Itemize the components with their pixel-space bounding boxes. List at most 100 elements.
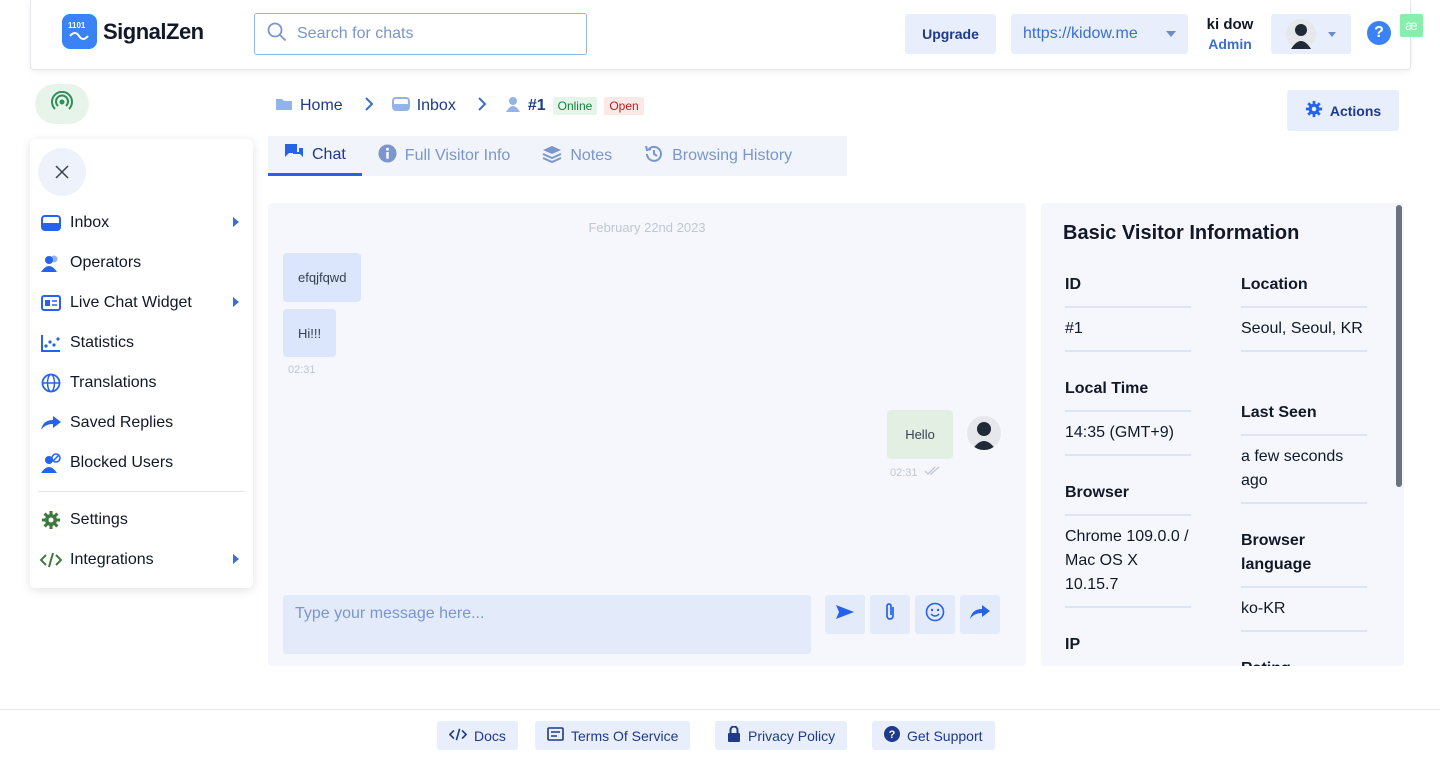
footer-divider [0,709,1440,710]
breadcrumb-chat: #1 [505,96,546,117]
status-badge-open: Open [604,97,644,115]
footer-link-label: Terms Of Service [571,727,679,744]
breadcrumb-inbox[interactable]: Inbox [391,96,456,116]
tab-browsing-history[interactable]: Browsing History [628,136,808,176]
actions-button[interactable]: Actions [1287,90,1399,131]
question-circle-icon: ? [884,726,900,745]
sidebar-item-label: Integrations [70,551,154,568]
sidebar-item-label: Operators [70,254,142,271]
user-menu-button[interactable] [1271,14,1351,54]
user-block-icon [40,452,62,474]
message-text: Hello [905,427,935,442]
footer-docs-link[interactable]: Docs [437,721,518,750]
sidebar-item-label: Inbox [70,214,110,231]
emoji-button[interactable] [915,595,955,634]
sidebar-item-settings[interactable]: Settings [40,505,245,535]
avatar [967,416,1001,450]
tab-notes[interactable]: Notes [526,136,628,176]
message-composer[interactable] [283,595,811,654]
share-icon [40,412,62,434]
sidebar-item-statistics[interactable]: Statistics [40,328,245,358]
chevron-right-icon [233,554,239,564]
site-select-value: https://kidow.me [1023,25,1138,42]
sidebar-item-label: Settings [70,511,128,528]
chat-id: #1 [527,97,546,114]
visitor-info-panel: Basic Visitor Information ID #1 Local Ti… [1041,203,1404,666]
user-info: ki dow Admin [1203,16,1257,52]
history-icon [644,144,664,169]
code-icon [40,549,62,571]
field-label: Location [1241,273,1367,308]
close-icon [55,159,69,185]
field-label: IP [1065,633,1191,666]
field-label: Browser [1065,481,1191,516]
breadcrumb: Home Inbox #1 Online Open [275,94,644,118]
tab-chat[interactable]: Chat [268,136,362,176]
attach-button[interactable] [870,595,910,634]
chevron-right-icon [233,217,239,227]
message-text: efqjfqwd [298,270,347,285]
saved-replies-button[interactable] [960,595,1000,634]
chevron-down-icon [1328,32,1336,37]
sidebar-item-integrations[interactable]: Integrations [40,545,245,575]
comments-icon [284,143,304,166]
message-input[interactable] [283,595,811,654]
side-menu: Inbox Operators Live Chat Widget Statist… [30,139,253,588]
footer-terms-link[interactable]: Terms Of Service [535,721,691,750]
help-icon[interactable]: ? [1367,21,1391,45]
upgrade-button[interactable]: Upgrade [905,14,996,54]
field-label: Browser language [1241,529,1367,588]
sidebar-item-translations[interactable]: Translations [40,368,245,398]
message-time: 02:31 [288,364,316,376]
share-icon [969,604,991,625]
gear-icon [40,509,62,531]
search-icon [267,22,287,47]
send-button[interactable] [825,595,865,634]
send-icon [835,604,855,625]
site-select[interactable]: https://kidow.me [1011,14,1188,54]
tab-label: Notes [570,147,613,164]
scrollbar[interactable] [1396,205,1402,487]
chart-icon [40,332,62,354]
field-label: Rating [1241,657,1367,666]
sidebar-item-label: Saved Replies [70,414,174,431]
footer-link-label: Privacy Policy [748,727,836,744]
brand-logo[interactable]: 1101 SignalZen [62,14,204,49]
sidebar-item-live-chat-widget[interactable]: Live Chat Widget [40,288,245,318]
tab-bar: Chat Full Visitor Info Notes Browsing Hi… [268,136,847,176]
svg-text:1101: 1101 [68,21,86,30]
users-icon [40,252,62,274]
message-bubble: Hi!!! [283,309,337,357]
sidebar-item-inbox[interactable]: Inbox [40,208,245,238]
user-role: Admin [1208,36,1252,52]
brand-name: SignalZen [103,18,204,44]
footer-link-label: Get Support [907,727,983,744]
extension-icon[interactable]: æ [1400,14,1423,37]
smile-icon [925,602,945,627]
sidebar-item-label: Statistics [70,334,135,351]
search-input[interactable] [297,25,567,43]
footer-link-label: Docs [474,727,506,744]
visitor-info-title: Basic Visitor Information [1063,222,1300,244]
chat-panel: February 22nd 2023 efqjfqwd Hi!!! 02:31 … [268,203,1026,666]
sidebar-item-blocked-users[interactable]: Blocked Users [40,448,245,478]
close-menu-button[interactable] [38,148,86,196]
sidebar-item-saved-replies[interactable]: Saved Replies [40,408,245,438]
field-label: Last Seen [1241,401,1367,436]
footer-privacy-link[interactable]: Privacy Policy [715,721,848,750]
sidebar-item-operators[interactable]: Operators [40,248,245,278]
user-icon [505,96,521,117]
footer-support-link[interactable]: ? Get Support [872,721,995,750]
user-name: ki dow [1206,16,1254,33]
tab-full-visitor-info[interactable]: Full Visitor Info [362,136,527,176]
chevron-right-icon [364,96,374,116]
online-status-toggle[interactable] [35,84,89,124]
breadcrumb-home[interactable]: Home [275,97,343,116]
field-value: ko-KR [1241,588,1367,632]
signalzen-logo-icon: 1101 [62,14,97,49]
sidebar-item-label: Live Chat Widget [70,294,192,311]
field-last-seen: Last Seen a few seconds ago [1241,401,1367,504]
field-rating: Rating [1241,657,1367,666]
search-box[interactable] [254,13,587,55]
message-bubble: efqjfqwd [283,253,362,302]
